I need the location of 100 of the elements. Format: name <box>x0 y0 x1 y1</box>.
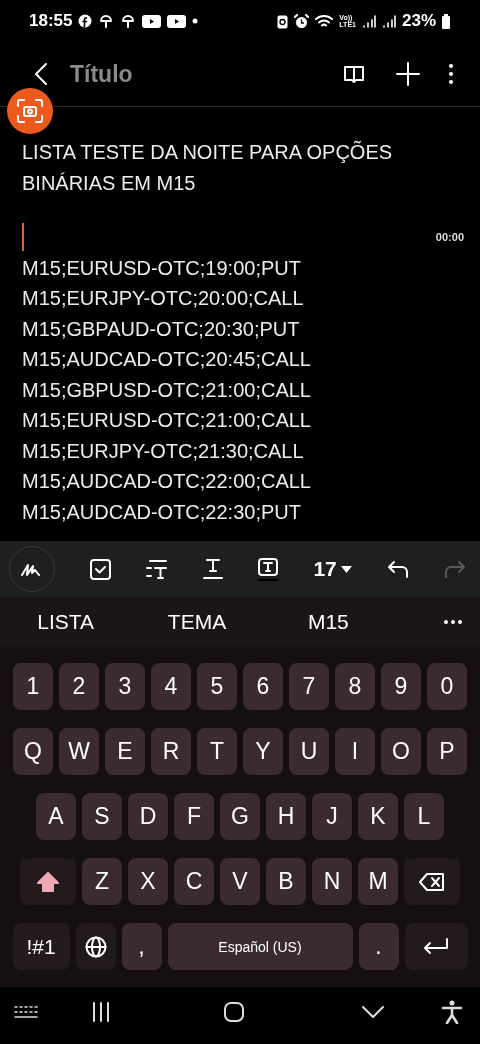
recents-icon <box>90 1001 111 1022</box>
keyboard-key[interactable]: D <box>128 793 168 840</box>
keyboard-key[interactable]: 0 <box>427 663 467 710</box>
alarm-icon <box>294 13 310 29</box>
keyboard-key[interactable]: R <box>151 728 191 775</box>
recents-button[interactable] <box>90 1001 111 1022</box>
undo-button[interactable] <box>386 560 409 578</box>
hide-keyboard-button[interactable] <box>361 1005 384 1018</box>
keyboard-key[interactable]: 1 <box>13 663 53 710</box>
more-options-button[interactable] <box>448 63 454 85</box>
keyboard-key[interactable]: N <box>312 858 352 905</box>
globe-icon <box>84 935 107 958</box>
keyboard-key[interactable]: F <box>174 793 214 840</box>
keyboard-key[interactable]: Z <box>82 858 122 905</box>
keyboard-key[interactable]: W <box>59 728 99 775</box>
note-line: M15;AUDCAD-OTC;22:30;PUT <box>22 499 302 525</box>
signal-icon <box>361 14 376 28</box>
text-underline-icon <box>203 558 224 580</box>
keyboard-key[interactable]: U <box>289 728 329 775</box>
keyboard-button[interactable] <box>14 1004 38 1019</box>
caret-icon <box>340 565 352 573</box>
keyboard-key[interactable]: S <box>82 793 122 840</box>
keyboard-key[interactable]: M <box>358 858 398 905</box>
paragraph-style-button[interactable] <box>146 559 169 579</box>
undo-icon <box>386 560 409 578</box>
screenshot-button[interactable] <box>7 88 53 134</box>
font-style-button[interactable] <box>203 558 224 580</box>
note-line: M15;EURUSD-OTC;21:00;CALL <box>22 408 312 433</box>
battery-percent: 23% <box>401 11 436 31</box>
note-line: M15;EURUSD-OTC;19:00;PUT <box>22 255 302 281</box>
keyboard-key[interactable]: V <box>220 858 260 905</box>
keyboard-key[interactable]: G <box>220 793 260 840</box>
plus-icon <box>396 62 420 86</box>
keyboard-key[interactable]: K <box>358 793 398 840</box>
note-heading: LISTA TESTE DA NOITE PARA OPÇÕES BINÁRIAS EM M15 <box>22 139 394 196</box>
more-icon <box>448 63 454 85</box>
keyboard-key[interactable]: 4 <box>151 663 191 710</box>
keyboard-key[interactable]: C <box>174 858 214 905</box>
more-icon <box>444 620 462 624</box>
keyboard-key[interactable]: P <box>427 728 467 775</box>
keyboard-key[interactable]: 2 <box>59 663 99 710</box>
checkbox-icon <box>90 558 112 580</box>
keyboard-key[interactable]: 9 <box>381 663 421 710</box>
keyboard-key[interactable]: B <box>266 858 306 905</box>
keyboard-key[interactable]: A <box>36 793 76 840</box>
word-suggestion[interactable]: M15 <box>262 604 394 640</box>
checkbox-button[interactable] <box>90 558 112 580</box>
back-icon <box>34 62 48 86</box>
keyboard-key[interactable]: I <box>335 728 375 775</box>
backspace-icon <box>419 872 445 891</box>
keyboard-key[interactable]: T <box>197 728 237 775</box>
keyboard-key[interactable]: Q <box>13 728 53 775</box>
battery-saver-icon <box>277 13 289 29</box>
shift-button[interactable] <box>20 858 76 905</box>
redo-icon <box>443 560 466 578</box>
screenshot-icon <box>17 99 43 123</box>
keyboard-key[interactable]: X <box>128 858 168 905</box>
keyboard-key[interactable]: H <box>266 793 306 840</box>
shift-icon <box>37 871 59 892</box>
back-button[interactable] <box>34 62 48 86</box>
keyboard-key[interactable]: 5 <box>197 663 237 710</box>
add-button[interactable] <box>396 62 420 86</box>
keyboard-key[interactable]: . <box>358 923 399 970</box>
note-title-field[interactable]: Título <box>70 60 342 88</box>
word-suggestion[interactable]: TEMA <box>131 604 263 640</box>
note-line: M15;AUDCAD-OTC;20:45;CALL <box>22 347 312 372</box>
video-play-icon <box>142 14 162 28</box>
keyboard-key[interactable]: 7 <box>289 663 329 710</box>
video-play-icon <box>167 14 187 28</box>
font-size-button[interactable]: 17 <box>313 557 352 581</box>
accessibility-icon <box>442 999 462 1024</box>
keyboard-key[interactable]: , <box>121 923 162 970</box>
text-color-button[interactable] <box>258 557 279 581</box>
note-line: M15;AUDCAD-OTC;22:00;CALL <box>22 469 312 494</box>
text-spacing-icon <box>146 559 169 579</box>
dot-icon <box>192 18 199 24</box>
word-suggestion[interactable]: LISTA <box>0 604 132 640</box>
keyboard-key[interactable]: Y <box>243 728 283 775</box>
recording-time: 00:00 <box>435 230 464 245</box>
battery-icon <box>442 13 450 29</box>
reader-button[interactable] <box>342 64 366 84</box>
backspace-button[interactable] <box>404 858 460 905</box>
note-line: M15;EURJPY-OTC;20:00;CALL <box>22 286 305 311</box>
text-cursor <box>22 223 24 252</box>
space-bar[interactable]: Español (US) <box>167 923 353 970</box>
note-line: M15;GBPAUD-OTC;20:30;PUT <box>22 316 301 342</box>
symbols-key[interactable]: !#1 <box>12 923 70 970</box>
keyboard-key[interactable]: L <box>404 793 444 840</box>
enter-button[interactable] <box>404 923 468 970</box>
language-button[interactable] <box>75 923 116 970</box>
text-box-icon <box>258 557 279 581</box>
keyboard-key[interactable]: 3 <box>105 663 145 710</box>
accessibility-button[interactable] <box>442 999 462 1024</box>
keyboard-key[interactable]: E <box>105 728 145 775</box>
clock: 18:55 <box>29 11 73 31</box>
keyboard-key[interactable]: O <box>381 728 421 775</box>
keyboard-key[interactable]: 6 <box>243 663 283 710</box>
keyboard-key[interactable]: J <box>312 793 352 840</box>
keyboard-key[interactable]: 8 <box>335 663 375 710</box>
home-button[interactable] <box>223 1000 245 1023</box>
